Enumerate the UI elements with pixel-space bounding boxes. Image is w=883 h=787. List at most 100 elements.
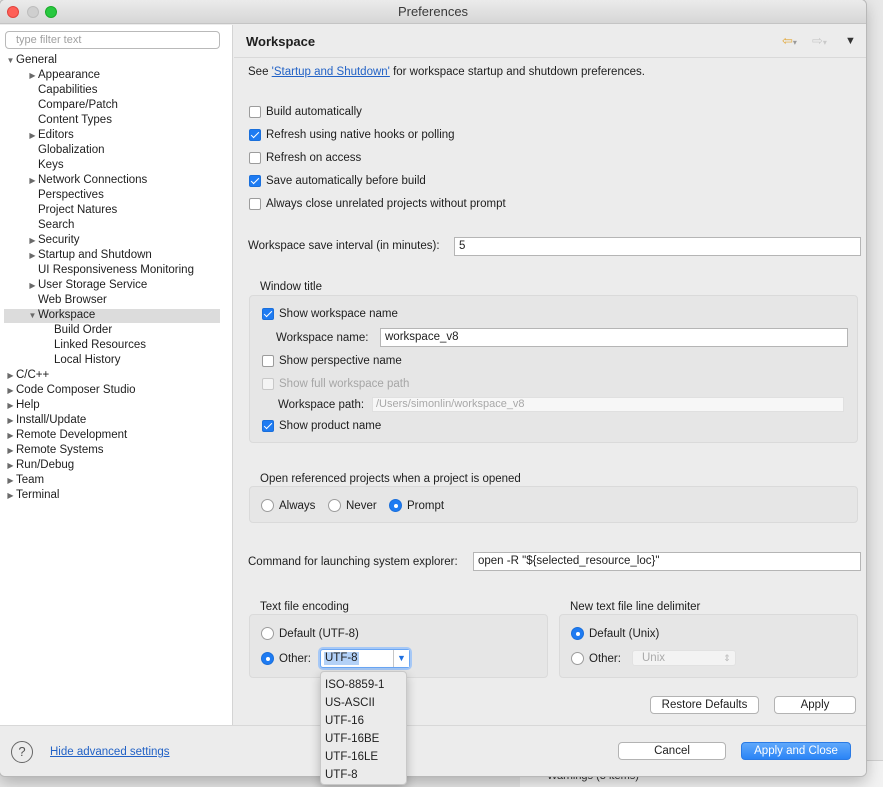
tree-item[interactable]: Compare/Patch	[38, 98, 118, 113]
save-before-build-checkbox[interactable]	[249, 175, 261, 187]
workspace-path-input[interactable]: /Users/simonlin/workspace_v8	[372, 397, 844, 412]
tree-item[interactable]: ▶ Team	[7, 473, 44, 488]
open-referenced-never-radio[interactable]	[328, 499, 341, 512]
collapsed-arrow-icon[interactable]: ▶	[28, 248, 37, 263]
forward-arrow-icon[interactable]: ⇨▾	[812, 33, 827, 49]
command-input[interactable]: open -R "${selected_resource_loc}"	[473, 552, 861, 571]
expanded-arrow-icon[interactable]: ▼	[6, 53, 15, 68]
tree-item[interactable]: ▶ Remote Development	[7, 428, 127, 443]
refresh-on-access-checkbox[interactable]	[249, 152, 261, 164]
zoom-window-button[interactable]	[45, 6, 57, 18]
collapsed-arrow-icon[interactable]: ▶	[6, 443, 15, 458]
tree-item-label: General	[16, 54, 57, 66]
show-perspective-name-checkbox[interactable]	[262, 355, 274, 367]
encoding-other-label: Other:	[279, 653, 311, 665]
tree-item[interactable]: ▼ Workspace	[29, 308, 96, 323]
encoding-option[interactable]: UTF-16BE	[321, 730, 406, 748]
apply-button[interactable]: Apply	[774, 696, 856, 714]
tree-item[interactable]: ▶ Install/Update	[7, 413, 86, 428]
collapsed-arrow-icon[interactable]: ▶	[6, 473, 15, 488]
encoding-other-radio[interactable]	[261, 652, 274, 665]
collapsed-arrow-icon[interactable]: ▶	[6, 488, 15, 503]
tree-item[interactable]: Linked Resources	[54, 338, 146, 353]
tree-item-label: Workspace	[38, 309, 96, 321]
delimiter-other-label: Other:	[589, 653, 621, 665]
tree-item-label: Content Types	[38, 114, 112, 126]
always-close-unrelated-label: Always close unrelated projects without …	[266, 198, 506, 210]
tree-item[interactable]: Keys	[38, 158, 64, 173]
tree-item[interactable]: Content Types	[38, 113, 112, 128]
encoding-combo[interactable]: UTF-8 ▼	[320, 649, 410, 668]
encoding-option[interactable]: ISO-8859-1	[321, 676, 406, 694]
apply-and-close-button[interactable]: Apply and Close	[741, 742, 851, 760]
save-interval-input[interactable]: 5	[454, 237, 861, 256]
collapsed-arrow-icon[interactable]: ▶	[28, 278, 37, 293]
delimiter-combo[interactable]: Unix ⇕	[632, 650, 736, 666]
tree-item-label: Network Connections	[38, 174, 148, 186]
collapsed-arrow-icon[interactable]: ▶	[6, 413, 15, 428]
collapsed-arrow-icon[interactable]: ▶	[28, 173, 37, 188]
encoding-option[interactable]: UTF-16LE	[321, 748, 406, 766]
tree-item[interactable]: Globalization	[38, 143, 104, 158]
show-full-path-checkbox[interactable]	[262, 378, 274, 390]
tree-item[interactable]: ▶ C/C++	[7, 368, 49, 383]
collapsed-arrow-icon[interactable]: ▶	[28, 233, 37, 248]
tree-item[interactable]: Project Natures	[38, 203, 117, 218]
tree-item[interactable]: Search	[38, 218, 74, 233]
collapsed-arrow-icon[interactable]: ▶	[6, 458, 15, 473]
build-automatically-checkbox[interactable]	[249, 106, 261, 118]
open-referenced-prompt-radio[interactable]	[389, 499, 402, 512]
delimiter-other-radio[interactable]	[571, 652, 584, 665]
encoding-option[interactable]: UTF-16	[321, 712, 406, 730]
delimiter-default-radio[interactable]	[571, 627, 584, 640]
chevron-down-icon[interactable]: ▼	[393, 650, 409, 667]
workspace-name-input[interactable]: workspace_v8	[380, 328, 848, 347]
restore-defaults-button[interactable]: Restore Defaults	[650, 696, 759, 714]
collapsed-arrow-icon[interactable]: ▶	[28, 68, 37, 83]
collapsed-arrow-icon[interactable]: ▶	[6, 383, 15, 398]
tree-item[interactable]: ▶ Code Composer Studio	[7, 383, 135, 398]
updown-chevron-icon[interactable]: ⇕	[719, 651, 735, 665]
tree-item[interactable]: ▶ Startup and Shutdown	[29, 248, 151, 263]
tree-item[interactable]: Capabilities	[38, 83, 97, 98]
cancel-button[interactable]: Cancel	[618, 742, 726, 760]
view-menu-icon[interactable]: ▼	[845, 35, 856, 47]
collapsed-arrow-icon[interactable]: ▶	[6, 368, 15, 383]
show-product-name-checkbox[interactable]	[262, 420, 274, 432]
tree-item[interactable]: ▶ Editors	[29, 128, 73, 143]
tree-item[interactable]: ▶ Terminal	[7, 488, 59, 503]
encoding-option[interactable]: US-ASCII	[321, 694, 406, 712]
tree-item[interactable]: Build Order	[54, 323, 112, 338]
collapsed-arrow-icon[interactable]: ▶	[6, 398, 15, 413]
save-before-build-label: Save automatically before build	[266, 175, 426, 187]
expanded-arrow-icon[interactable]: ▼	[28, 308, 37, 323]
tree-item[interactable]: ▶ Remote Systems	[7, 443, 103, 458]
tree-item[interactable]: Local History	[54, 353, 120, 368]
startup-shutdown-link[interactable]: 'Startup and Shutdown'	[272, 66, 390, 78]
open-referenced-always-radio[interactable]	[261, 499, 274, 512]
tree-item[interactable]: ▶ Appearance	[29, 68, 100, 83]
filter-input[interactable]: type filter text	[5, 31, 220, 49]
refresh-native-hooks-checkbox[interactable]	[249, 129, 261, 141]
collapsed-arrow-icon[interactable]: ▶	[28, 128, 37, 143]
tree-item[interactable]: UI Responsiveness Monitoring	[38, 263, 194, 278]
tree-item[interactable]: ▶ Help	[7, 398, 39, 413]
tree-item[interactable]: ▶ Network Connections	[29, 173, 148, 188]
tree-item[interactable]: ▶ Run/Debug	[7, 458, 74, 473]
tree-item-label: Linked Resources	[54, 339, 147, 351]
hide-advanced-settings-link[interactable]: Hide advanced settings	[50, 745, 170, 759]
minimize-window-button[interactable]	[27, 6, 39, 18]
tree-item[interactable]: ▶ Security	[29, 233, 79, 248]
show-workspace-name-checkbox[interactable]	[262, 308, 274, 320]
tree-item[interactable]: Perspectives	[38, 188, 104, 203]
back-arrow-icon[interactable]: ⇦▾	[782, 33, 797, 49]
tree-item[interactable]: Web Browser	[38, 293, 107, 308]
encoding-option[interactable]: UTF-8	[321, 766, 406, 784]
tree-item[interactable]: ▶ User Storage Service	[29, 278, 147, 293]
help-icon[interactable]: ?	[11, 741, 33, 763]
always-close-unrelated-checkbox[interactable]	[249, 198, 261, 210]
encoding-default-radio[interactable]	[261, 627, 274, 640]
collapsed-arrow-icon[interactable]: ▶	[6, 428, 15, 443]
tree-item[interactable]: ▼ General	[7, 53, 57, 68]
close-window-button[interactable]	[7, 6, 19, 18]
